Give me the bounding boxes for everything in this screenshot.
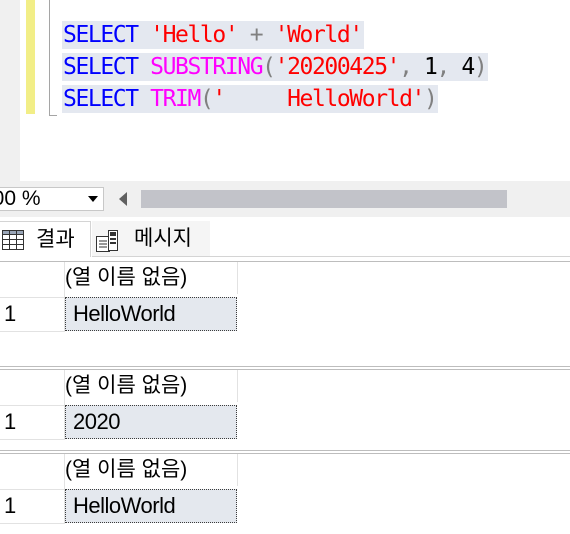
- tab-messages[interactable]: 메시지: [92, 221, 210, 257]
- code-line-2[interactable]: SELECT SUBSTRING('20200425', 1, 4): [62, 53, 489, 81]
- grid-icon: [2, 230, 24, 250]
- sql-keyword: SELECT: [63, 22, 139, 48]
- outline-indicator-end: [49, 115, 57, 116]
- function-name: TRIM: [150, 86, 201, 112]
- row-number[interactable]: 1: [4, 405, 16, 439]
- paren-open: (: [262, 54, 276, 80]
- result-grid-1[interactable]: (열 이름 없음) 1 HelloWorld: [0, 262, 570, 366]
- column-divider: [237, 262, 238, 294]
- result-grid-2[interactable]: (열 이름 없음) 1 2020: [0, 370, 570, 450]
- data-cell[interactable]: 2020: [65, 405, 237, 439]
- comma: ,: [436, 54, 450, 80]
- grid-bottom-border: [0, 366, 570, 367]
- outline-indicator: [49, 0, 50, 116]
- column-header[interactable]: (열 이름 없음): [65, 370, 237, 402]
- messages-icon: [96, 230, 118, 252]
- row-number[interactable]: 1: [4, 489, 16, 523]
- editor-gutter: [0, 0, 20, 181]
- column-divider: [237, 454, 238, 486]
- row-separator: [0, 331, 64, 332]
- string-literal: '20200425': [274, 54, 401, 80]
- paren-open: (: [199, 86, 214, 112]
- paren-close: ): [473, 54, 488, 80]
- scroll-left-arrow-icon[interactable]: [119, 192, 127, 206]
- number-literal: 1: [424, 54, 438, 80]
- number-literal: 4: [461, 54, 475, 80]
- result-grid-3[interactable]: (열 이름 없음) 1 HelloWorld: [0, 454, 570, 534]
- sql-keyword: SELECT: [63, 86, 139, 112]
- tab-results-label: 결과: [36, 228, 75, 251]
- code-line-1[interactable]: SELECT 'Hello' + 'World': [62, 21, 364, 49]
- row-separator: [0, 523, 64, 524]
- zoom-value: 100 %: [0, 187, 41, 210]
- column-header[interactable]: (열 이름 없음): [65, 454, 237, 486]
- comma: ,: [399, 54, 413, 80]
- string-literal: 'Hello': [150, 22, 239, 48]
- column-header[interactable]: (열 이름 없음): [65, 262, 237, 294]
- string-literal: ' HelloWorld': [212, 86, 425, 112]
- code-line-3[interactable]: SELECT TRIM(' HelloWorld'): [62, 85, 439, 113]
- change-tracking-bar: [26, 0, 35, 114]
- plus-operator: +: [249, 22, 264, 48]
- row-number[interactable]: 1: [4, 297, 16, 331]
- data-cell[interactable]: HelloWorld: [65, 297, 237, 331]
- zoom-dropdown[interactable]: 100 %: [0, 187, 104, 211]
- function-name: SUBSTRING: [150, 54, 263, 80]
- horizontal-scrollbar-thumb[interactable]: [141, 190, 507, 208]
- tab-results[interactable]: 결과: [0, 221, 91, 257]
- query-editor[interactable]: SELECT 'Hello' + 'World' SELECT SUBSTRIN…: [0, 0, 570, 181]
- sql-keyword: SELECT: [63, 54, 139, 80]
- data-cell[interactable]: HelloWorld: [65, 489, 237, 523]
- paren-close: ): [424, 86, 438, 112]
- column-divider: [237, 370, 238, 402]
- results-tab-strip: 결과 메시지: [0, 217, 570, 261]
- grid-bottom-border: [0, 450, 570, 451]
- editor-status-strip: 100 %: [0, 181, 570, 217]
- chevron-down-icon: [88, 196, 98, 202]
- tab-messages-label: 메시지: [134, 227, 192, 250]
- row-separator: [0, 439, 64, 440]
- string-literal: 'World': [274, 22, 364, 48]
- tab-strip-divider: [210, 256, 570, 257]
